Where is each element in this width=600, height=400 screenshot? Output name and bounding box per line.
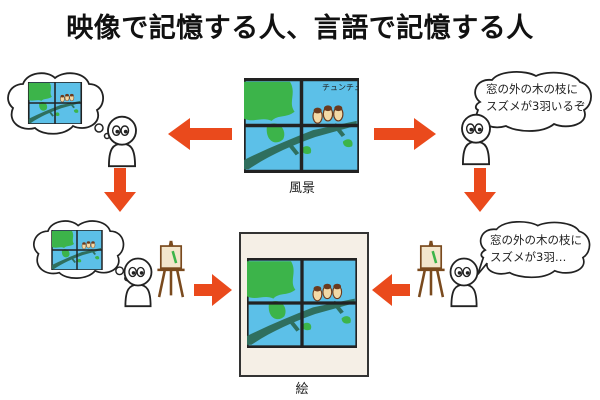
scene-caption: 風景 <box>288 181 315 196</box>
easel-icon <box>416 239 446 299</box>
arrow-right-top <box>374 118 436 150</box>
person-icon <box>461 113 491 166</box>
page-title: 映像で記憶する人、言語で記憶する人 <box>66 13 534 44</box>
memory-visual-window-image <box>27 82 83 124</box>
person-icon <box>107 115 137 168</box>
scene-window-image: チュンチュン <box>244 78 359 173</box>
picture-window-image <box>247 258 357 348</box>
recall-visual-window-image <box>51 230 103 270</box>
arrow-left-top <box>168 118 232 150</box>
memory-verbal-line2: スズメが3羽いるぞ <box>486 99 586 113</box>
memory-verbal-line1: 窓の外の木の枝に <box>486 82 578 96</box>
arrow-down-left <box>104 168 136 212</box>
window-chirp-text: チュンチュン <box>322 83 359 92</box>
recall-verbal-line2: スズメが3羽… <box>490 250 567 264</box>
picture-caption: 絵 <box>295 382 309 397</box>
arrow-down-right <box>464 168 496 212</box>
person-icon <box>123 257 153 308</box>
easel-icon <box>156 239 186 299</box>
arrow-left-bottom <box>372 274 410 306</box>
arrow-right-bottom <box>194 274 232 306</box>
recall-verbal-line1: 窓の外の木の枝に <box>490 233 582 247</box>
person-icon <box>449 257 479 308</box>
